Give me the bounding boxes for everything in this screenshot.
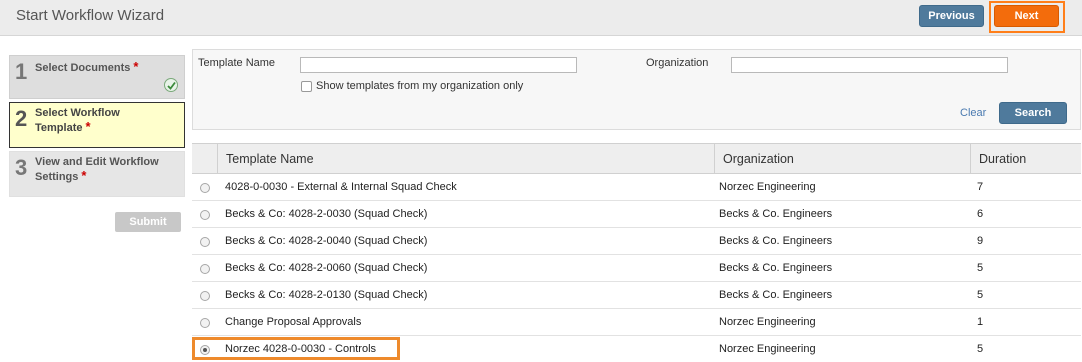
- cell-template-name: Becks & Co: 4028-2-0060 (Squad Check): [225, 262, 428, 274]
- cell-organization: Norzec Engineering: [719, 181, 816, 193]
- selected-row-highlight: [192, 337, 400, 360]
- table-row[interactable]: Becks & Co: 4028-2-0130 (Squad Check) Bec…: [192, 282, 1081, 309]
- step-select-workflow-template[interactable]: 2 Select Workflow Template *: [9, 102, 185, 148]
- step-number: 1: [15, 59, 28, 84]
- column-header-duration[interactable]: Duration: [970, 144, 1081, 174]
- step-number: 2: [15, 106, 28, 131]
- template-table: Template Name Organization Duration 4028…: [192, 143, 1081, 362]
- template-name-label: Template Name: [198, 57, 276, 69]
- cell-duration: 5: [977, 262, 984, 274]
- step-label: Select Workflow Template *: [35, 107, 120, 134]
- cell-duration: 9: [977, 235, 984, 247]
- cell-duration: 1: [977, 316, 984, 328]
- cell-template-name: Change Proposal Approvals: [225, 316, 362, 328]
- next-button[interactable]: Next: [994, 5, 1059, 27]
- cell-organization: Becks & Co. Engineers: [719, 262, 833, 274]
- step-number: 3: [15, 155, 28, 180]
- table-row[interactable]: Change Proposal Approvals Norzec Engineer…: [192, 309, 1081, 336]
- row-radio-button[interactable]: [200, 237, 210, 247]
- step-label: Select Documents *: [35, 59, 139, 74]
- table-row[interactable]: Becks & Co: 4028-2-0060 (Squad Check) Bec…: [192, 255, 1081, 282]
- table-row[interactable]: Becks & Co: 4028-2-0040 (Squad Check) Bec…: [192, 228, 1081, 255]
- wizard-header: Start Workflow Wizard Previous Next: [0, 0, 1082, 36]
- cell-duration: 5: [977, 343, 984, 355]
- check-icon: [164, 78, 178, 92]
- row-radio-button[interactable]: [200, 210, 210, 220]
- step-select-documents[interactable]: 1 Select Documents *: [9, 55, 185, 99]
- required-marker: *: [133, 59, 139, 74]
- column-header-organization[interactable]: Organization: [714, 144, 970, 174]
- cell-organization: Norzec Engineering: [719, 343, 816, 355]
- cell-template-name: 4028-0-0030 - External & Internal Squad …: [225, 181, 457, 193]
- template-filter: Template Name Organization Show template…: [192, 49, 1081, 130]
- cell-organization: Becks & Co. Engineers: [719, 289, 833, 301]
- table-row[interactable]: 4028-0-0030 - External & Internal Squad …: [192, 174, 1081, 201]
- cell-template-name: Becks & Co: 4028-2-0130 (Squad Check): [225, 289, 428, 301]
- table-body: 4028-0-0030 - External & Internal Squad …: [192, 174, 1081, 362]
- previous-button[interactable]: Previous: [919, 5, 984, 27]
- table-header: Template Name Organization Duration: [192, 144, 1081, 174]
- org-only-label: Show templates from my organization only: [316, 80, 524, 92]
- cell-organization: Becks & Co. Engineers: [719, 208, 833, 220]
- cell-duration: 5: [977, 289, 984, 301]
- cell-template-name: Becks & Co: 4028-2-0040 (Squad Check): [225, 235, 428, 247]
- page-title: Start Workflow Wizard: [16, 7, 165, 24]
- step-label: View and Edit Workflow Settings *: [35, 156, 159, 183]
- organization-label: Organization: [646, 57, 709, 69]
- row-radio-button[interactable]: [200, 183, 210, 193]
- search-button[interactable]: Search: [999, 102, 1067, 124]
- row-radio-button[interactable]: [200, 291, 210, 301]
- cell-organization: Norzec Engineering: [719, 316, 816, 328]
- organization-input[interactable]: [731, 57, 1008, 73]
- required-marker: *: [85, 119, 91, 134]
- cell-duration: 7: [977, 181, 984, 193]
- step-view-edit-settings[interactable]: 3 View and Edit Workflow Settings *: [9, 151, 185, 197]
- cell-template-name: Becks & Co: 4028-2-0030 (Squad Check): [225, 208, 428, 220]
- submit-button[interactable]: Submit: [115, 212, 181, 232]
- row-radio-button[interactable]: [200, 318, 210, 328]
- required-marker: *: [81, 168, 87, 183]
- clear-link[interactable]: Clear: [960, 107, 986, 119]
- column-header-template-name[interactable]: Template Name: [217, 144, 714, 174]
- cell-duration: 6: [977, 208, 984, 220]
- template-name-input[interactable]: [300, 57, 577, 73]
- table-row[interactable]: Becks & Co: 4028-2-0030 (Squad Check) Bec…: [192, 201, 1081, 228]
- row-radio-button[interactable]: [200, 264, 210, 274]
- org-only-checkbox[interactable]: [301, 81, 312, 92]
- cell-organization: Becks & Co. Engineers: [719, 235, 833, 247]
